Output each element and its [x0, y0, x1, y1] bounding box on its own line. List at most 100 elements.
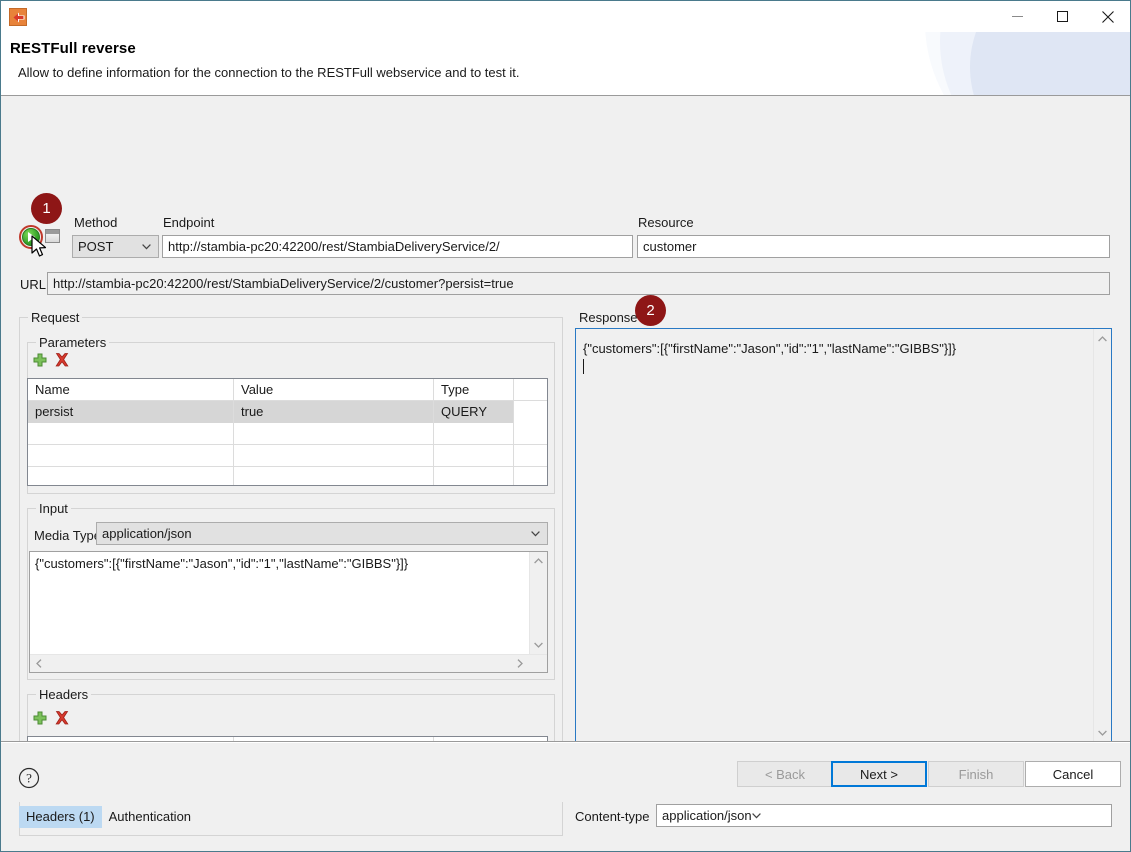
cell-empty — [434, 423, 514, 445]
media-type-select[interactable]: application/json — [96, 522, 548, 545]
input-group-title: Input — [36, 501, 71, 516]
svg-text:?: ? — [26, 771, 32, 786]
parameters-table[interactable]: Name Value Type persist true QUERY — [27, 378, 548, 486]
table-row[interactable] — [28, 445, 547, 467]
highlight-ring — [19, 225, 43, 249]
content-type-value: application/json — [662, 808, 752, 823]
next-button-label: Next > — [860, 767, 898, 782]
response-textarea[interactable]: {"customers":[{"firstName":"Jason","id":… — [575, 328, 1112, 744]
app-icon — [9, 8, 27, 26]
back-button[interactable]: < Back — [737, 761, 833, 787]
column-header-name: Name — [28, 379, 234, 401]
endpoint-value: http://stambia-pc20:42200/rest/StambiaDe… — [168, 239, 500, 254]
resource-input[interactable]: customer — [637, 235, 1110, 258]
resource-label: Resource — [638, 215, 694, 230]
response-group-title: Response — [576, 310, 641, 325]
method-select[interactable]: POST — [72, 235, 159, 258]
cell-param-name: persist — [28, 401, 234, 423]
back-button-label: < Back — [765, 767, 805, 782]
minimize-icon — [1012, 11, 1023, 22]
media-type-label: Media Type — [34, 528, 101, 543]
cell-empty — [434, 467, 514, 487]
dialog-footer: ? < Back Next > Finish Cancel — [1, 742, 1130, 802]
tab-headers[interactable]: Headers (1) — [19, 806, 102, 828]
wizard-header: RESTFull reverse Allow to define informa… — [1, 32, 1130, 96]
scroll-down-icon[interactable] — [534, 642, 543, 648]
media-type-value: application/json — [102, 526, 192, 541]
help-button[interactable]: ? — [18, 767, 40, 789]
method-value: POST — [78, 239, 113, 254]
add-parameter-button[interactable] — [33, 353, 47, 367]
cancel-button[interactable]: Cancel — [1025, 761, 1121, 787]
page-description: Allow to define information for the conn… — [18, 65, 519, 80]
cell-empty — [514, 467, 547, 487]
input-horizontal-scrollbar[interactable] — [30, 654, 547, 672]
cell-empty — [234, 445, 434, 467]
page-title: RESTFull reverse — [10, 40, 136, 57]
title-bar — [1, 1, 1130, 32]
method-label: Method — [74, 215, 117, 230]
chevron-down-icon — [531, 531, 540, 537]
scroll-up-icon[interactable] — [1098, 336, 1107, 342]
cell-empty — [28, 445, 234, 467]
close-button[interactable] — [1085, 1, 1130, 32]
endpoint-input[interactable]: http://stambia-pc20:42200/rest/StambiaDe… — [162, 235, 633, 258]
resource-value: customer — [643, 239, 696, 254]
text-caret — [583, 359, 584, 374]
maximize-button[interactable] — [1040, 1, 1085, 32]
input-body-value: {"customers":[{"firstName":"Jason","id":… — [35, 556, 529, 571]
response-vertical-scrollbar[interactable] — [1093, 329, 1111, 743]
cell-empty — [28, 423, 234, 445]
next-button[interactable]: Next > — [831, 761, 927, 787]
endpoint-label: Endpoint — [163, 215, 214, 230]
column-header-type: Type — [434, 379, 514, 401]
add-header-button[interactable] — [33, 711, 47, 725]
table-header-row: Name Value Type — [28, 379, 547, 401]
parameters-group-title: Parameters — [36, 335, 109, 350]
cell-param-type: QUERY — [434, 401, 514, 423]
scroll-left-icon[interactable] — [36, 659, 42, 668]
scroll-down-icon[interactable] — [1098, 730, 1107, 736]
url-label: URL — [20, 277, 46, 292]
table-row[interactable]: persist true QUERY — [28, 401, 547, 423]
minimize-button[interactable] — [995, 1, 1040, 32]
table-row[interactable] — [28, 423, 547, 445]
cancel-button-label: Cancel — [1053, 767, 1093, 782]
chevron-down-icon — [752, 813, 761, 819]
scroll-up-icon[interactable] — [534, 558, 543, 564]
maximize-icon — [1057, 11, 1068, 22]
cell-empty — [514, 423, 547, 445]
url-input[interactable]: http://stambia-pc20:42200/rest/StambiaDe… — [47, 272, 1110, 295]
cell-empty — [514, 445, 547, 467]
annotation-badge-1: 1 — [31, 193, 62, 224]
dialog-window: RESTFull reverse Allow to define informa… — [0, 0, 1131, 852]
annotation-badge-2: 2 — [635, 295, 666, 326]
delete-parameter-button[interactable] — [55, 353, 69, 367]
cell-empty — [234, 423, 434, 445]
finish-button-label: Finish — [959, 767, 994, 782]
scroll-right-icon[interactable] — [517, 659, 523, 668]
stambia-logo-icon — [12, 12, 25, 23]
delete-header-button[interactable] — [55, 711, 69, 725]
cell-empty — [434, 445, 514, 467]
finish-button[interactable]: Finish — [928, 761, 1024, 787]
tab-authentication[interactable]: Authentication — [102, 806, 198, 828]
cell-empty — [28, 467, 234, 487]
header-decoration-2 — [970, 32, 1130, 96]
window-controls — [995, 1, 1130, 32]
content-type-select[interactable]: application/json — [656, 804, 1112, 827]
stop-request-button[interactable] — [45, 229, 60, 243]
cell-param-value: true — [234, 401, 434, 423]
table-row[interactable] — [28, 467, 547, 486]
chevron-down-icon — [142, 244, 151, 250]
dialog-body: 1 Method POST Endpoint http://stambia-pc… — [1, 96, 1130, 836]
response-body-value: {"customers":[{"firstName":"Jason","id":… — [583, 341, 956, 356]
cell-empty — [234, 467, 434, 487]
request-group-title: Request — [28, 310, 82, 325]
column-header-spacer — [514, 379, 547, 401]
cell-param-spacer — [514, 401, 547, 423]
input-body-textarea[interactable]: {"customers":[{"firstName":"Jason","id":… — [29, 551, 548, 673]
content-type-label: Content-type — [575, 809, 649, 824]
column-header-value: Value — [234, 379, 434, 401]
run-request-button[interactable] — [19, 225, 43, 249]
